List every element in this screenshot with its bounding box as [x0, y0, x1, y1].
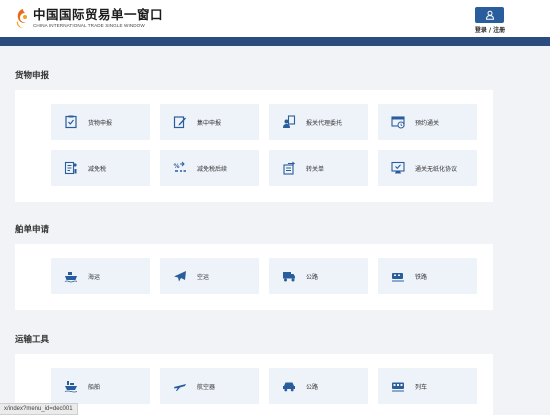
tile-tax-exemption-followup[interactable]: % 减免税后续 — [160, 150, 259, 186]
site-logo[interactable]: 中国国际贸易单一窗口 CHINA INTERNATIONAL TRADE SIN… — [14, 7, 163, 29]
section-title-goods-declaration: 货物申报 — [15, 71, 50, 81]
tile-road-transport[interactable]: 公路 — [269, 258, 368, 294]
tile-tax-exemption[interactable]: 减免税 — [51, 150, 150, 186]
tile-transfer-form[interactable]: 转关单 — [269, 150, 368, 186]
tile-goods-declaration[interactable]: 货物申报 — [51, 104, 150, 140]
tax-followup-icon: % — [174, 161, 186, 172]
logo-title: 中国国际贸易单一窗口 — [33, 6, 164, 22]
appointment-icon — [391, 116, 405, 129]
vessel-icon — [64, 381, 78, 393]
link-status-bar: x/index?menu_id=dec001 — [0, 403, 78, 415]
road-vehicle-icon — [283, 382, 295, 392]
tile-aircraft[interactable]: 航空器 — [160, 368, 259, 404]
declaration-icon — [65, 115, 77, 129]
plane-icon — [174, 271, 186, 282]
aircraft-icon — [174, 384, 186, 391]
train-icon — [392, 273, 404, 282]
svg-text:%: % — [174, 163, 180, 170]
paperless-icon — [391, 161, 405, 174]
locomotive-icon — [392, 382, 404, 392]
section-title-manifest: 舶单申请 — [15, 225, 50, 235]
tile-air-transport[interactable]: 空运 — [160, 258, 259, 294]
nav-bar — [0, 37, 550, 46]
transfer-icon — [283, 161, 296, 175]
batch-declare-icon — [173, 116, 186, 129]
agent-icon — [283, 115, 296, 128]
tile-paperless-agreement[interactable]: 通关无纸化协议 — [378, 150, 477, 186]
tile-road-vehicle[interactable]: 公路 — [269, 368, 368, 404]
section-title-transport-vehicles: 运输工具 — [15, 335, 50, 345]
tile-appointment-clearance[interactable]: 预约通关 — [378, 104, 477, 140]
truck-icon — [283, 272, 295, 282]
tile-vessel[interactable]: 船舶 — [51, 368, 150, 404]
tile-customs-agent[interactable]: 报关代理委托 — [269, 104, 368, 140]
tile-rail-transport[interactable]: 铁路 — [378, 258, 477, 294]
tax-exempt-icon — [64, 161, 77, 175]
logo-icon — [16, 9, 27, 28]
top-header: 中国国际贸易单一窗口 CHINA INTERNATIONAL TRADE SIN… — [0, 0, 550, 37]
logo-subtitle: CHINA INTERNATIONAL TRADE SINGLE WINDOW — [33, 22, 145, 28]
user-icon — [485, 10, 494, 20]
tile-sea-transport[interactable]: 海运 — [51, 258, 150, 294]
user-login-button[interactable] — [475, 7, 504, 23]
login-register-link[interactable]: 登录 / 注册 — [471, 25, 509, 34]
ship-icon — [64, 272, 78, 283]
tile-train[interactable]: 列车 — [378, 368, 477, 404]
tile-batch-declaration[interactable]: 集中申报 — [160, 104, 259, 140]
